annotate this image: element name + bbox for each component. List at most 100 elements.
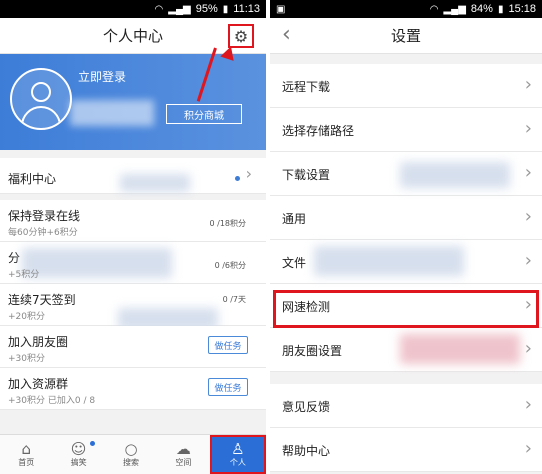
signal-icon: ▂▄▆ — [443, 3, 466, 15]
settings-item-general[interactable]: 通用 › — [270, 196, 542, 240]
page-title: 设置 — [390, 27, 421, 45]
settings-item-file[interactable]: 文件 › — [270, 240, 542, 284]
badge-dot — [89, 441, 95, 446]
settings-group-support: 意见反馈 › 帮助中心 › — [270, 384, 542, 472]
chevron-right-icon: › — [524, 206, 532, 227]
login-link[interactable]: 立即登录 — [78, 68, 126, 85]
chevron-right-icon: › — [524, 394, 532, 415]
status-bar: ▣ ◠ ▂▄▆ 84% ▮ 15:18 — [270, 0, 542, 18]
item-title: 分 — [8, 251, 21, 265]
blurred-region — [120, 174, 190, 192]
battery-icon: ▮ — [497, 3, 504, 15]
settings-item-moments[interactable]: 朋友圈设置 › — [270, 328, 542, 372]
item-label: 远程下载 — [282, 80, 331, 94]
page-title: 个人中心 — [102, 27, 163, 45]
settings-item-help[interactable]: 帮助中心 › — [270, 428, 542, 472]
item-title: 连续7天签到 — [8, 293, 76, 307]
tab-label: 首页 — [18, 458, 35, 467]
settings-item-feedback[interactable]: 意见反馈 › — [270, 384, 542, 428]
item-label: 选择存储路径 — [282, 124, 355, 138]
tab-profile[interactable]: ♙ 个人 — [209, 435, 266, 474]
status-right: ◠ ▂▄▆ 84% ▮ 15:18 — [430, 3, 536, 15]
status-bar: ◠ ▂▄▆ 95% ▮ 11:13 — [0, 0, 266, 18]
settings-item-storage-path[interactable]: 选择存储路径 › — [270, 108, 542, 152]
tab-search[interactable]: ○ 搜索 — [105, 435, 157, 474]
item-label: 通用 — [282, 212, 307, 226]
search-icon: ○ — [124, 440, 138, 458]
battery-icon: ▮ — [222, 3, 229, 15]
item-subtitle: +5积分 — [8, 270, 40, 280]
item-progress: 0 /18积分 — [209, 219, 246, 228]
chevron-right-icon: › — [524, 250, 532, 271]
clock: 11:13 — [233, 3, 260, 15]
item-subtitle: +30积分 — [8, 354, 45, 364]
item-label: 意见反馈 — [282, 400, 331, 414]
tab-space[interactable]: ☁ 空间 — [157, 435, 209, 474]
list-item[interactable]: 加入朋友圈 +30积分 做任务 — [0, 326, 266, 368]
tab-label: 个人 — [229, 458, 246, 467]
signal-icon: ▂▄▆ — [168, 3, 191, 15]
item-title: 福利中心 — [8, 172, 57, 186]
do-task-button[interactable]: 做任务 — [208, 336, 248, 354]
item-subtitle: +20积分 — [8, 312, 45, 322]
header: ‹ 设置 — [270, 18, 542, 54]
tab-label: 空间 — [175, 458, 192, 467]
tab-label: 搜索 — [123, 458, 140, 467]
item-progress: 0 /7天 — [222, 295, 246, 304]
wifi-icon: ◠ — [429, 3, 439, 15]
list-item[interactable]: 分 +5积分 0 /6积分 — [0, 242, 266, 284]
item-label: 帮助中心 — [282, 444, 331, 458]
item-title: 保持登录在线 — [8, 209, 81, 223]
tab-label: 搞笑 — [70, 458, 87, 467]
settings-screen: ▣ ◠ ▂▄▆ 84% ▮ 15:18 ‹ 设置 远程下载 › 选择存储路径 › — [270, 0, 542, 474]
item-title: 加入朋友圈 — [8, 335, 69, 349]
gear-icon[interactable]: ⚙ — [228, 24, 254, 48]
item-label: 下载设置 — [282, 168, 331, 182]
screenshot: ◠ ▂▄▆ 95% ▮ 11:13 个人中心 ⚙ 立即登录 积分商城 福利中心 — [0, 0, 542, 474]
item-title: 加入资源群 — [8, 377, 69, 391]
blurred-region — [70, 100, 154, 126]
list-item[interactable]: 加入资源群 +30积分 已加入0 / 8 做任务 — [0, 368, 266, 410]
image-icon: ▣ — [276, 3, 286, 15]
list-item-welfare[interactable]: 福利中心 › — [0, 158, 266, 194]
item-subtitle: 每60分钟+6积分 — [8, 228, 78, 238]
tab-home[interactable]: ⌂ 首页 — [0, 435, 52, 474]
person-icon: ♙ — [231, 440, 245, 458]
tab-funny[interactable]: ☺ 搞笑 — [52, 435, 104, 474]
blurred-region — [314, 246, 464, 276]
blurred-region — [400, 162, 510, 188]
highlight-box — [273, 290, 539, 328]
battery-level: 95% — [195, 3, 218, 15]
smile-icon: ☺ — [70, 440, 87, 458]
avatar-body — [21, 106, 61, 128]
chevron-right-icon: › — [245, 164, 252, 183]
chevron-right-icon: › — [524, 162, 532, 183]
item-progress: 0 /6积分 — [214, 261, 246, 270]
avatar[interactable] — [10, 68, 72, 130]
cloud-icon: ☁ — [175, 440, 191, 458]
blurred-region — [22, 248, 172, 278]
points-mall-button[interactable]: 积分商城 — [166, 104, 242, 124]
back-arrow-icon[interactable]: ‹ — [282, 22, 291, 47]
home-icon: ⌂ — [21, 440, 31, 458]
item-label: 朋友圈设置 — [282, 344, 343, 358]
login-banner[interactable]: 立即登录 积分商城 — [0, 54, 266, 150]
item-subtitle: +30积分 已加入0 / 8 — [8, 396, 96, 406]
item-label: 文件 — [282, 256, 307, 270]
chevron-right-icon: › — [524, 338, 532, 359]
bottom-tab-bar: ⌂ 首页 ☺ 搞笑 ○ 搜索 ☁ 空间 ♙ 个人 — [0, 434, 266, 474]
task-list: 福利中心 › 保持登录在线 每60分钟+6积分 0 /18积分 分 +5积分 0… — [0, 158, 266, 410]
chevron-right-icon: › — [524, 74, 532, 95]
settings-item-remote-download[interactable]: 远程下载 › — [270, 64, 542, 108]
list-item[interactable]: 连续7天签到 +20积分 0 /7天 — [0, 284, 266, 330]
battery-level: 84% — [470, 3, 493, 15]
do-task-button[interactable]: 做任务 — [208, 378, 248, 396]
notify-dot — [235, 176, 240, 181]
clock: 15:18 — [508, 3, 536, 15]
avatar-head — [31, 82, 51, 102]
list-item[interactable]: 保持登录在线 每60分钟+6积分 0 /18积分 — [0, 200, 266, 242]
settings-item-download[interactable]: 下载设置 › — [270, 152, 542, 196]
profile-screen: ◠ ▂▄▆ 95% ▮ 11:13 个人中心 ⚙ 立即登录 积分商城 福利中心 — [0, 0, 266, 474]
chevron-right-icon: › — [524, 438, 532, 459]
blurred-region — [400, 334, 520, 364]
